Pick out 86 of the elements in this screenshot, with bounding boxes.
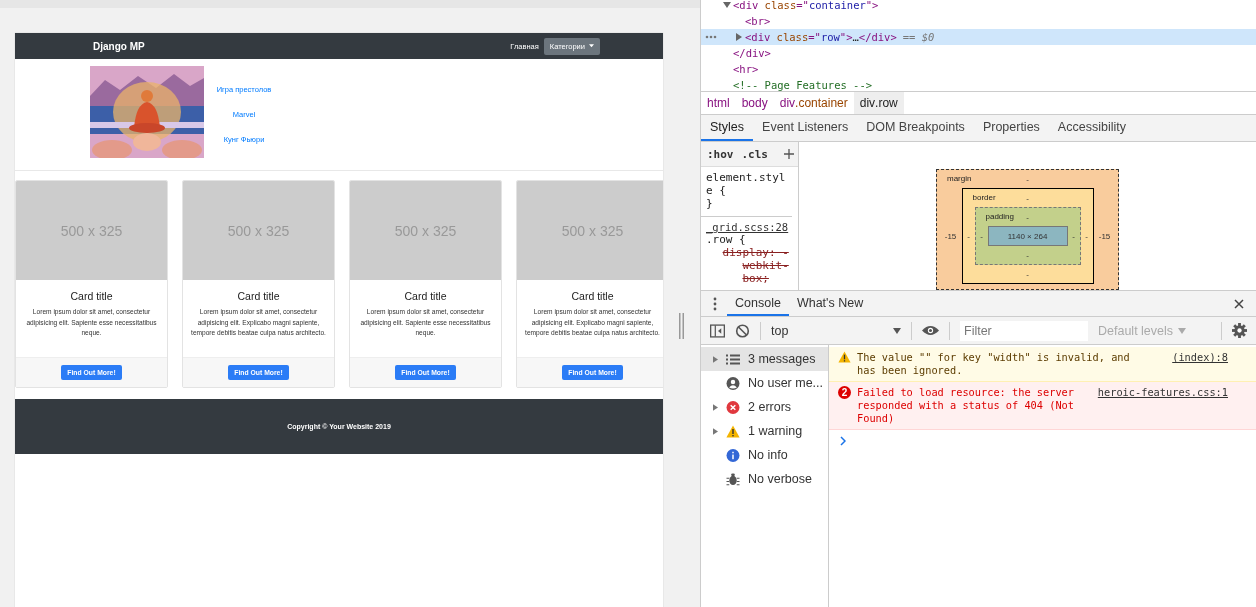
panel-tab[interactable]: Accessibility — [1048, 115, 1135, 141]
console-sidebar-item[interactable]: 2 errors — [701, 395, 828, 419]
drawer-tab[interactable]: What's New — [788, 291, 872, 316]
expanded-triangle-icon[interactable] — [723, 1, 731, 9]
console-sidebar-item[interactable]: 3 messages — [701, 347, 828, 371]
selected-node-marker: == $0 — [902, 31, 935, 43]
box-label: border — [972, 193, 996, 202]
padding-value: - — [1026, 211, 1029, 224]
repeat-count-badge: 2 — [838, 386, 851, 399]
more-options-icon[interactable] — [713, 296, 717, 311]
console-sidebar-item[interactable]: No verbose — [701, 467, 828, 491]
margin-value: - — [1026, 173, 1029, 186]
html-code-line: <!-- Page Features --> — [733, 79, 873, 91]
border-value: - — [1084, 231, 1089, 241]
context-selector[interactable]: top — [771, 323, 901, 338]
panel-tab[interactable]: Properties — [973, 115, 1049, 141]
margin-value: -15 — [1097, 231, 1112, 241]
breadcrumb[interactable]: html — [701, 92, 736, 114]
border-value: - — [1026, 192, 1029, 205]
html-code-line: <br> — [745, 15, 771, 27]
message-text: The value "" for key "width" is invalid, and has been ignored. — [857, 351, 1131, 377]
source-link[interactable]: heroic-features.css:1 — [1097, 386, 1228, 399]
card-title: Card title — [70, 290, 113, 302]
html-code-line: <hr> — [733, 63, 759, 75]
border-value: - — [966, 231, 971, 241]
html-code-line: <div class="container"> — [733, 0, 879, 11]
filter-toggle[interactable]: .cls — [741, 147, 768, 161]
box-label: margin — [947, 174, 972, 183]
css-selector: .row { — [706, 233, 746, 246]
list-icon — [726, 352, 740, 366]
console-sidebar-item[interactable]: No user me... — [701, 371, 828, 395]
caret-icon — [893, 327, 901, 334]
breadcrumb[interactable]: div.row — [853, 92, 904, 114]
more-actions-icon[interactable] — [705, 35, 717, 39]
expand-triangle-icon[interactable] — [713, 355, 718, 363]
html-code-line: </div> — [733, 47, 771, 59]
console-sidebar-item[interactable]: 1 warning — [701, 419, 828, 443]
filter-field[interactable]: Filter — [960, 320, 1088, 341]
close-icon[interactable] — [1234, 298, 1244, 309]
dom-tree-row[interactable]: <hr> — [701, 61, 1256, 77]
html-code-line: <div class="row">…</div> — [745, 31, 897, 43]
content-box: 1140 × 264 — [987, 226, 1068, 246]
brand-link[interactable]: Django MP — [93, 40, 145, 52]
eye-icon[interactable] — [922, 325, 939, 336]
box-label: padding — [985, 212, 1014, 221]
padding-value: - — [1071, 231, 1076, 241]
padding-value: - — [979, 231, 984, 241]
css-selector: element.style { — [706, 171, 787, 197]
info-icon — [726, 448, 740, 462]
caret-icon — [1178, 327, 1187, 334]
collapsed-triangle-icon[interactable] — [735, 33, 743, 41]
dom-tree-row[interactable]: <!-- Page Features --> — [701, 77, 1256, 91]
panel-tab[interactable]: DOM Breakpoints — [857, 115, 974, 141]
error-icon — [726, 400, 740, 414]
padding-value: - — [1026, 249, 1029, 262]
dom-tree-row[interactable]: <br> — [701, 13, 1256, 29]
rule-close-brace: } — [706, 197, 714, 210]
border-value: - — [1026, 268, 1029, 281]
settings-icon[interactable] — [1232, 323, 1247, 338]
prompt-chevron-icon[interactable] — [840, 436, 846, 446]
margin-value: -15 — [943, 231, 958, 241]
source-link[interactable]: (index):8 — [1172, 351, 1228, 364]
card-title: Card title — [571, 290, 614, 302]
console-sidebar-item[interactable]: No info — [701, 443, 828, 467]
card-title: Card title — [404, 290, 447, 302]
breadcrumb[interactable]: div.container — [773, 92, 854, 114]
add-rule-icon[interactable] — [784, 149, 794, 159]
clear-console-icon[interactable] — [735, 323, 750, 338]
breadcrumb[interactable]: body — [735, 92, 774, 114]
warning-icon — [726, 424, 740, 438]
filter-toggle[interactable]: :hov — [707, 147, 734, 161]
source-link[interactable]: _grid.scss:28 — [706, 221, 792, 233]
caret-icon — [589, 44, 594, 48]
dom-tree-row[interactable]: <div class="container"> — [701, 0, 1256, 13]
sidebar-toggle-icon[interactable] — [710, 323, 725, 338]
message-text: Failed to load resource: the server responded with a status of 404 (Not Found) — [857, 386, 1075, 425]
card-title: Card title — [237, 290, 280, 302]
expand-triangle-icon[interactable] — [713, 403, 718, 411]
css-declaration: display: -webkit-box; — [721, 246, 790, 285]
expand-triangle-icon[interactable] — [713, 427, 718, 435]
warning-icon — [838, 351, 851, 363]
user-icon — [726, 376, 740, 390]
resize-handle-icon[interactable] — [679, 313, 684, 339]
bug-icon — [726, 472, 740, 486]
panel-tab[interactable]: Event Listeners — [753, 115, 858, 141]
dom-tree-row[interactable]: <div class="row">…</div> == $0 — [701, 29, 1256, 45]
